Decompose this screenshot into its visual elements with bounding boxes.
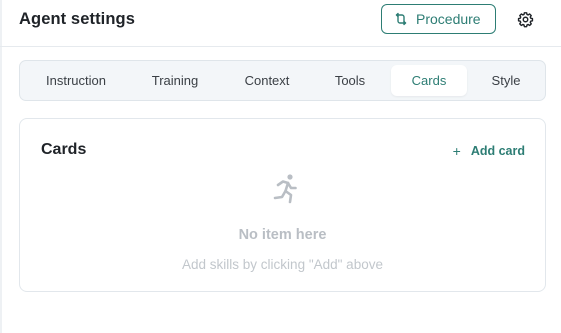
tab-context[interactable]: Context [232,65,302,96]
left-divider [0,0,2,333]
header: Agent settings Procedure [0,0,561,47]
cards-panel: Cards + Add card No item here Add skills… [19,118,546,292]
tab-cards[interactable]: Cards [391,65,467,96]
tab-instruction[interactable]: Instruction [34,65,118,96]
flow-icon [395,12,407,26]
tab-bar: Instruction Training Context Tools Cards… [19,60,546,101]
tab-training[interactable]: Training [138,65,212,96]
procedure-button[interactable]: Procedure [381,4,496,34]
procedure-label: Procedure [416,11,481,27]
cards-title: Cards [41,141,87,158]
tab-style[interactable]: Style [480,65,532,96]
plus-icon: + [452,143,461,159]
page-title: Agent settings [19,10,135,28]
gear-icon[interactable] [517,11,534,28]
tab-tools[interactable]: Tools [322,65,378,96]
empty-state-subtitle: Add skills by clicking "Add" above [182,257,383,272]
running-person-icon [273,174,297,204]
empty-state-title: No item here [238,227,327,243]
add-card-button[interactable]: + Add card [453,143,525,159]
add-card-label: Add card [470,144,525,158]
